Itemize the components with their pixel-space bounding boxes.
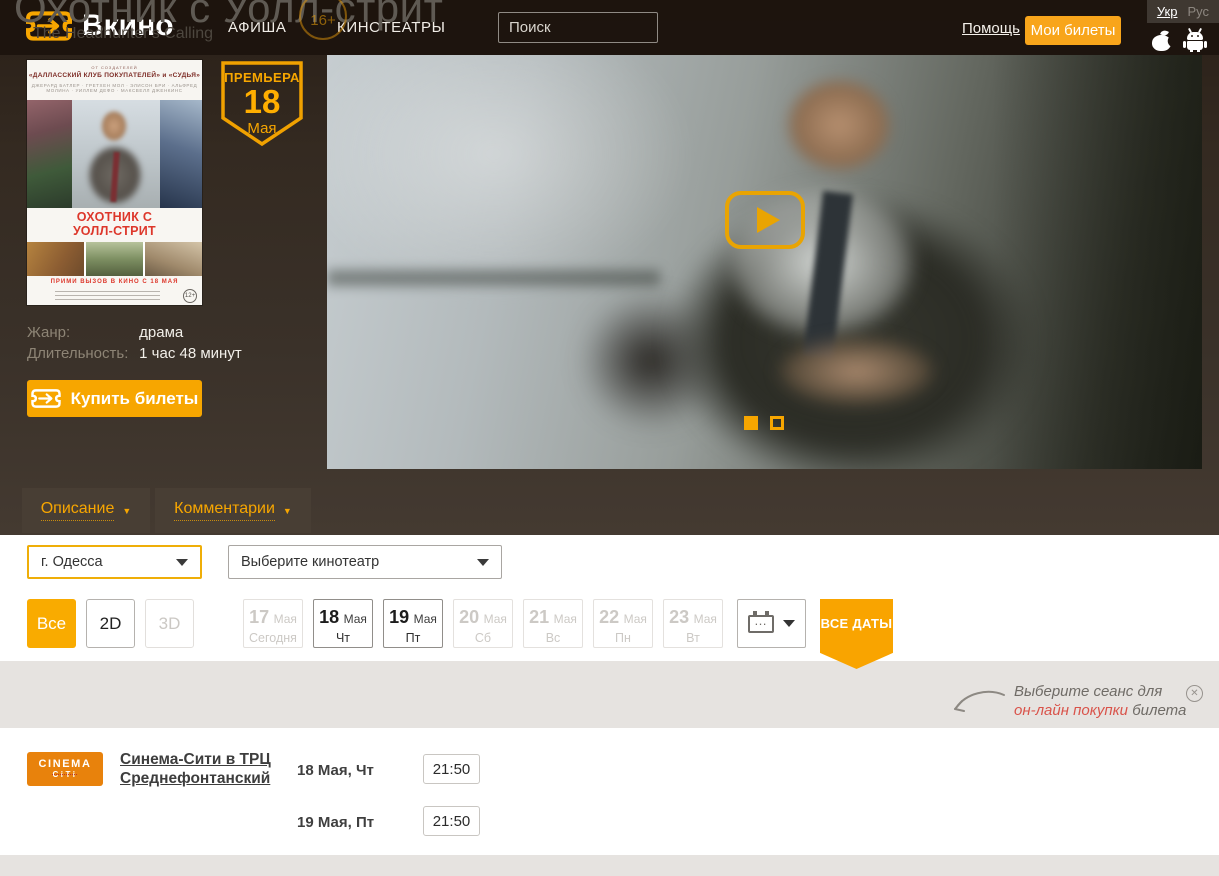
lang-rus[interactable]: Рус <box>1187 4 1209 19</box>
duration-value: 1 час 48 минут <box>139 345 242 362</box>
hero-section: Охотник с Уолл-стрит The Headhunter's Ca… <box>0 0 1219 535</box>
lang-ukr[interactable]: Укр <box>1157 4 1178 19</box>
trailer-still-image <box>327 55 1202 469</box>
session-date: 18 Мая, Чт <box>297 762 374 779</box>
slide-dot-active[interactable] <box>744 416 758 430</box>
apple-icon[interactable] <box>1152 30 1172 52</box>
poster-age-badge: 12+ <box>183 289 197 303</box>
footer-strip <box>0 855 1219 876</box>
cinema-select[interactable]: Выберите кинотеатр <box>228 545 502 579</box>
tab-comments[interactable]: Комментарии ▼ <box>155 488 311 533</box>
session-date: 19 Мая, Пт <box>297 814 374 831</box>
genre-row: Жанр: драма <box>27 324 183 341</box>
date-button-18[interactable]: 18 Мая Чт <box>313 599 373 648</box>
calendar-picker-button[interactable]: … <box>737 599 806 648</box>
search-input[interactable] <box>498 12 658 43</box>
chevron-down-icon <box>783 620 795 627</box>
filters-section: г. Одесса Выберите кинотеатр Все 2D 3D 1… <box>0 535 1219 661</box>
poster-photo-strip <box>27 242 202 276</box>
poster-cast: ДЖЕРАРД БАТЛЕР · ГРЕТХЕН МОЛ · ЭЛИСОН БР… <box>27 83 202 93</box>
poster-credits: 12+ <box>27 288 202 305</box>
date-button-21: 21 Мая Вс <box>523 599 583 648</box>
date-button-20: 20 Мая Сб <box>453 599 513 648</box>
date-button-17: 17 Мая Сегодня <box>243 599 303 648</box>
date-button-23: 23 Мая Вт <box>663 599 723 648</box>
date-button-19[interactable]: 19 Мая Пт <box>383 599 443 648</box>
chevron-down-icon: ▼ <box>122 506 131 516</box>
play-trailer-button[interactable] <box>725 191 805 249</box>
session-time-button[interactable]: 21:50 <box>423 806 480 836</box>
tab-description[interactable]: Описание ▼ <box>22 488 150 533</box>
all-dates-ribbon[interactable]: ВСЕ ДАТЫ <box>820 599 893 669</box>
hint-highlight: он-лайн покупки <box>1014 702 1128 719</box>
store-icons <box>1152 30 1205 52</box>
premiere-badge: ПРЕМЬЕРА 18 Мая <box>220 60 304 148</box>
duration-label: Длительность: <box>27 345 135 362</box>
ticket-icon <box>31 387 61 410</box>
hint-text: Выберите сеанс для он-лайн покупки билет… <box>1014 682 1186 720</box>
movie-poster: ОТ СОЗДАТЕЛЕЙ «ДАЛЛАССКИЙ КЛУБ ПОКУПАТЕЛ… <box>27 60 202 305</box>
format-button-2d[interactable]: 2D <box>86 599 135 648</box>
date-button-22: 22 Мая Пн <box>593 599 653 648</box>
poster-tagline: ПРИМИ ВЫЗОВ В КИНО С 18 МАЯ <box>27 276 202 288</box>
format-button-all[interactable]: Все <box>27 599 76 648</box>
my-tickets-button[interactable]: Мои билеты <box>1025 16 1121 45</box>
poster-credit-line: ОТ СОЗДАТЕЛЕЙ <box>27 65 202 70</box>
close-icon[interactable]: ✕ <box>1186 685 1203 702</box>
duration-row: Длительность: 1 час 48 минут <box>27 345 242 362</box>
chevron-down-icon: ▼ <box>283 506 292 516</box>
poster-photo <box>27 100 202 208</box>
poster-credit-films: «ДАЛЛАССКИЙ КЛУБ ПОКУПАТЕЛЕЙ» и «СУДЬЯ» <box>27 72 202 79</box>
premiere-day: 18 <box>220 85 304 120</box>
calendar-icon: … <box>748 615 774 633</box>
format-button-3d: 3D <box>145 599 194 648</box>
page: Охотник с Уолл-стрит The Headhunter's Ca… <box>0 0 1219 876</box>
slide-dot-inactive[interactable] <box>770 416 784 430</box>
cinema-name-link[interactable]: Синема-Сити в ТРЦ Среднефонтанский <box>120 750 272 788</box>
slide-indicators <box>744 416 784 430</box>
genre-value: драма <box>139 324 183 341</box>
city-select[interactable]: г. Одесса <box>27 545 202 579</box>
sessions-listing: CINEMA CiTi Синема-Сити в ТРЦ Среднефонт… <box>0 728 1219 855</box>
cinema-city-logo[interactable]: CINEMA CiTi <box>27 752 103 786</box>
session-time-button[interactable]: 21:50 <box>423 754 480 784</box>
movie-subtitle-original: The Headhunter's Calling <box>33 25 213 43</box>
curved-arrow-icon <box>950 688 1006 716</box>
help-link[interactable]: Помощь <box>962 20 1020 37</box>
premiere-month: Мая <box>220 120 304 137</box>
buy-tickets-label: Купить билеты <box>71 389 199 409</box>
play-icon <box>757 207 780 233</box>
genre-label: Жанр: <box>27 324 135 341</box>
chevron-down-icon <box>477 559 489 566</box>
poster-title: ОХОТНИК С УОЛЛ-СТРИТ <box>66 211 164 239</box>
buy-tickets-button[interactable]: Купить билеты <box>27 380 202 417</box>
language-switcher: Укр Рус <box>1147 0 1219 23</box>
hint-bar: Выберите сеанс для он-лайн покупки билет… <box>0 661 1219 728</box>
chevron-down-icon <box>176 559 188 566</box>
hero-tabs: Описание ▼ Комментарии ▼ <box>22 488 311 533</box>
android-icon[interactable] <box>1185 30 1205 52</box>
